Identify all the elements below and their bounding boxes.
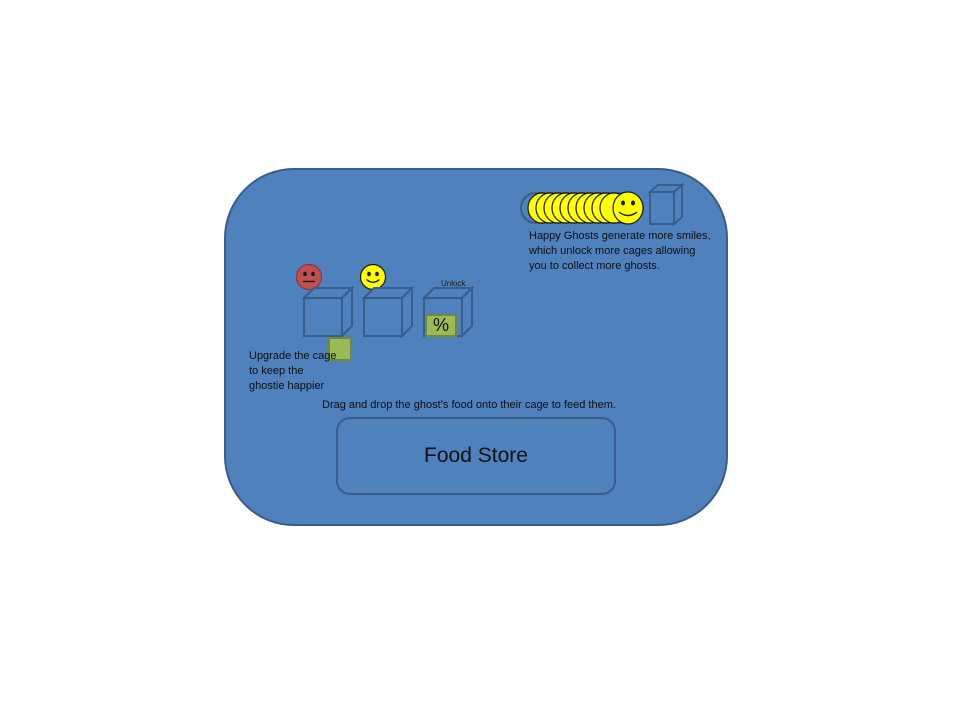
upgrade-note-line: to keep the: [249, 365, 304, 377]
unlock-progress-box: %: [425, 314, 457, 337]
happy-note-line: Happy Ghosts generate more smiles,: [529, 230, 711, 242]
happy-note-line: which unlock more cages allowing: [529, 245, 696, 257]
percent-symbol: %: [432, 315, 449, 335]
next-cage-icon: [648, 182, 685, 227]
happy-note-line: you to collect more ghosts.: [529, 260, 660, 272]
happy-ghosts-note: Happy Ghosts generate more smiles, which…: [529, 229, 729, 274]
food-store-label: Food Store: [424, 444, 528, 467]
food-store-button[interactable]: Food Store: [336, 417, 616, 495]
cage-2[interactable]: [362, 286, 416, 340]
smile-stack-icon: [527, 191, 644, 225]
drag-drop-instruction: Drag and drop the ghost’s food onto thei…: [322, 399, 616, 411]
upgrade-note-line: ghostie happier: [249, 380, 325, 392]
upgrade-note: Upgrade the cage to keep the ghostie hap…: [249, 349, 349, 394]
upgrade-note-line: Upgrade the cage: [249, 350, 337, 362]
cage-1[interactable]: [302, 286, 356, 340]
